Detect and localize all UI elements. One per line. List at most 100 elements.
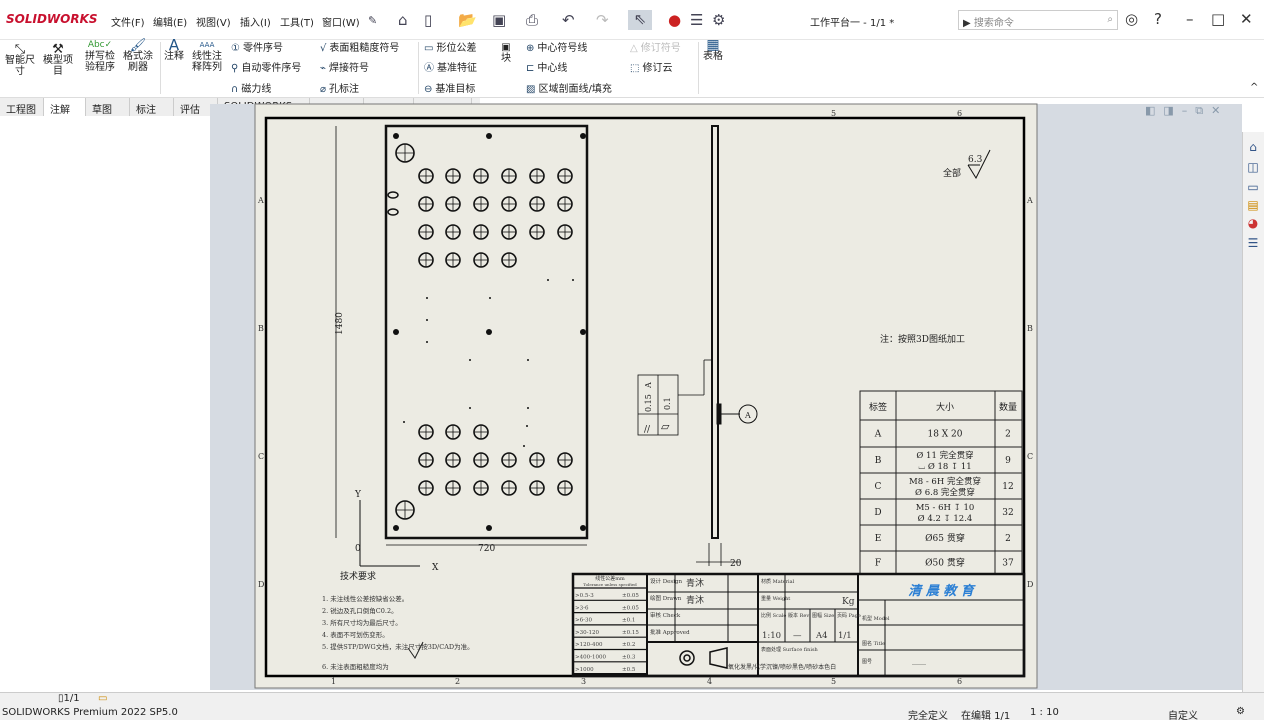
tapped-hole-b[interactable] <box>393 525 399 531</box>
hole[interactable] <box>501 252 517 268</box>
hole[interactable] <box>395 143 415 163</box>
hole-tag: E <box>875 534 882 544</box>
tolerance-range: >120-400 <box>575 642 603 648</box>
hole[interactable] <box>473 252 489 268</box>
hole[interactable] <box>445 452 461 468</box>
tapped-hole-d[interactable] <box>469 407 471 409</box>
sheet-tab-label: 1/1 <box>63 693 80 704</box>
hole[interactable] <box>529 480 545 496</box>
hole[interactable] <box>473 224 489 240</box>
hole[interactable] <box>473 480 489 496</box>
hole[interactable] <box>529 224 545 240</box>
hole-size-detail: Ø 6.8 完全贯穿 <box>915 487 975 498</box>
hole[interactable] <box>418 168 434 184</box>
tapped-hole-d[interactable] <box>426 319 428 321</box>
rev-label: 版本 Rev <box>788 612 809 619</box>
hole[interactable] <box>445 168 461 184</box>
tapped-hole-b[interactable] <box>580 525 586 531</box>
hole[interactable] <box>445 224 461 240</box>
height-dimension[interactable]: 1480 <box>335 312 345 335</box>
tapped-hole-b[interactable] <box>393 133 399 139</box>
scale-label: 比例 Scale <box>761 612 786 619</box>
hole[interactable] <box>557 168 573 184</box>
tapped-hole-b[interactable] <box>486 329 492 335</box>
hole[interactable] <box>418 424 434 440</box>
status-scale[interactable]: 1 : 10 <box>1030 707 1059 718</box>
tapped-hole-d[interactable] <box>547 279 549 281</box>
tapped-hole-b[interactable] <box>393 329 399 335</box>
zone-row-label: B <box>1027 324 1033 333</box>
tapped-hole-d[interactable] <box>426 297 428 299</box>
hole[interactable] <box>445 480 461 496</box>
hole-tag: B <box>875 456 882 466</box>
hole-qty: 2 <box>1005 534 1011 544</box>
zone-col-label: 4 <box>707 677 712 686</box>
hole[interactable] <box>473 424 489 440</box>
hole[interactable] <box>395 500 415 520</box>
tapped-hole-d[interactable] <box>527 359 529 361</box>
tapped-hole-b[interactable] <box>486 525 492 531</box>
zone-col-label: 6 <box>957 677 962 686</box>
tapped-hole-d[interactable] <box>572 279 574 281</box>
datum-label: A <box>744 411 751 420</box>
tapped-hole-b[interactable] <box>580 133 586 139</box>
gdt-flatness-value: 0.1 <box>663 397 672 410</box>
tapped-hole-d[interactable] <box>523 445 525 447</box>
tolerance-range: >30-120 <box>575 630 599 636</box>
hole[interactable] <box>445 424 461 440</box>
tapped-hole-d[interactable] <box>426 341 428 343</box>
processing-note[interactable]: 注：按照3D图纸加工 <box>880 333 965 345</box>
hole[interactable] <box>445 196 461 212</box>
hole[interactable] <box>501 196 517 212</box>
hole[interactable] <box>529 196 545 212</box>
zone-row-label: C <box>258 452 264 461</box>
hole[interactable] <box>529 168 545 184</box>
hole-tag: F <box>875 559 881 569</box>
hole[interactable] <box>557 196 573 212</box>
drawing-sheet: 1 2 3 4 5566A AB BC CD D 1480 720 20 Y X 0 全部 6.… <box>254 103 1038 689</box>
tapped-hole-b[interactable] <box>580 329 586 335</box>
drawing-no-label: 图号 <box>862 659 872 665</box>
hole[interactable] <box>501 224 517 240</box>
tapped-hole-d[interactable] <box>469 359 471 361</box>
thickness-dimension[interactable]: 20 <box>730 559 742 569</box>
tapped-hole-b[interactable] <box>486 133 492 139</box>
y-axis-label: Y <box>354 490 362 500</box>
tech-note: 1. 未注线性公差按缺省公差。 <box>322 594 408 603</box>
hole[interactable] <box>557 452 573 468</box>
hole[interactable] <box>418 252 434 268</box>
zone-col-label: 2 <box>455 677 460 686</box>
tapped-hole-d[interactable] <box>403 421 405 423</box>
hole[interactable] <box>473 196 489 212</box>
tapped-hole-d[interactable] <box>527 407 529 409</box>
material-label: 材质 Material <box>761 578 795 585</box>
datum-feature-marker <box>716 403 722 425</box>
hole[interactable] <box>501 480 517 496</box>
hole[interactable] <box>501 452 517 468</box>
hole[interactable] <box>418 480 434 496</box>
hole[interactable] <box>418 452 434 468</box>
hole-tag: A <box>874 430 882 440</box>
zone-row-label: D <box>258 580 264 589</box>
hole[interactable] <box>557 480 573 496</box>
hole[interactable] <box>473 452 489 468</box>
hole-qty: 9 <box>1005 456 1011 466</box>
roughness-all-label: 全部 <box>943 167 961 179</box>
width-dimension[interactable]: 720 <box>478 544 495 554</box>
hole[interactable] <box>529 452 545 468</box>
hole[interactable] <box>501 168 517 184</box>
tolerance-range: >0.5-3 <box>575 593 594 599</box>
hole-qty: 12 <box>1002 482 1013 492</box>
sheet-tab[interactable]: ▯1/1 <box>58 693 80 704</box>
horizontal-scrollbar[interactable] <box>0 692 1264 706</box>
add-sheet-icon[interactable]: ▭ <box>98 693 107 704</box>
page-value: 1/1 <box>838 631 852 641</box>
parallelism-icon: // <box>644 425 651 435</box>
tapped-hole-d[interactable] <box>489 297 491 299</box>
hole[interactable] <box>473 168 489 184</box>
tapped-hole-d[interactable] <box>526 425 528 427</box>
hole[interactable] <box>418 196 434 212</box>
hole[interactable] <box>445 252 461 268</box>
hole[interactable] <box>557 224 573 240</box>
hole[interactable] <box>418 224 434 240</box>
